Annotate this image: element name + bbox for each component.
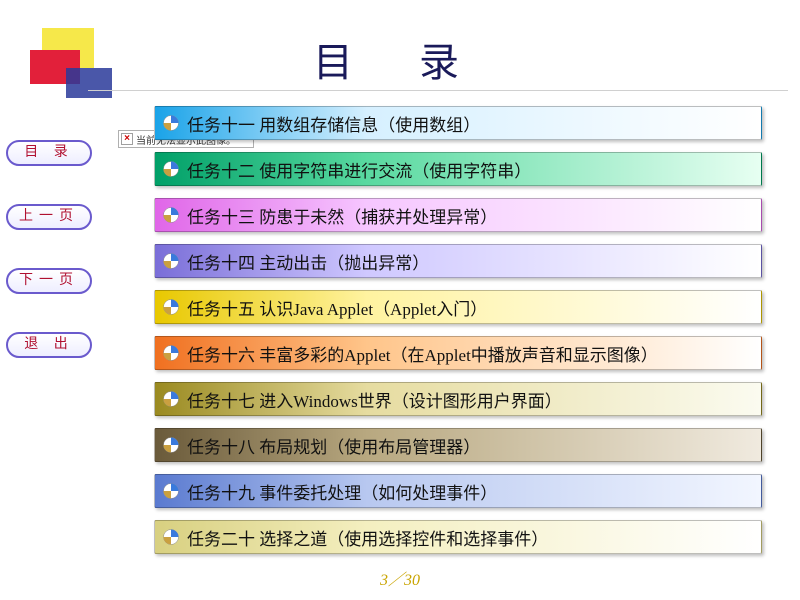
next-button[interactable]: 下一页: [6, 268, 92, 294]
page-sep: ／: [388, 572, 404, 589]
prev-button[interactable]: 上一页: [6, 204, 92, 230]
task-label: 任务十三 防患于未然（捕获并处理异常）: [187, 203, 497, 228]
bullet-icon: [163, 437, 179, 453]
task-label: 任务十一 用数组存储信息（使用数组）: [187, 111, 480, 136]
task-item-19[interactable]: 任务十九 事件委托处理（如何处理事件）: [154, 474, 762, 508]
task-item-11[interactable]: 任务十一 用数组存储信息（使用数组）: [154, 106, 762, 140]
task-item-15[interactable]: 任务十五 认识Java Applet（Applet入门）: [154, 290, 762, 324]
task-item-12[interactable]: 任务十二 使用字符串进行交流（使用字符串）: [154, 152, 762, 186]
page-total: 30: [404, 572, 420, 589]
toc-button[interactable]: 目 录: [6, 140, 92, 166]
bullet-icon: [163, 253, 179, 269]
page-title: 目 录: [0, 30, 800, 88]
bullet-icon: [163, 115, 179, 131]
page-indicator: 3／30: [0, 566, 800, 590]
task-label: 任务十六 丰富多彩的Applet（在Applet中播放声音和显示图像）: [187, 341, 658, 366]
bullet-icon: [163, 207, 179, 223]
task-label: 任务十八 布局规划（使用布局管理器）: [187, 433, 480, 458]
bullet-icon: [163, 529, 179, 545]
task-item-13[interactable]: 任务十三 防患于未然（捕获并处理异常）: [154, 198, 762, 232]
task-label: 任务十二 使用字符串进行交流（使用字符串）: [187, 157, 531, 182]
bullet-icon: [163, 483, 179, 499]
task-label: 任务十四 主动出击（抛出异常）: [187, 249, 429, 274]
exit-button[interactable]: 退 出: [6, 332, 92, 358]
task-item-20[interactable]: 任务二十 选择之道（使用选择控件和选择事件）: [154, 520, 762, 554]
task-item-16[interactable]: 任务十六 丰富多彩的Applet（在Applet中播放声音和显示图像）: [154, 336, 762, 370]
broken-image-icon: ×: [121, 133, 133, 145]
bullet-icon: [163, 161, 179, 177]
task-item-17[interactable]: 任务十七 进入Windows世界（设计图形用户界面）: [154, 382, 762, 416]
task-label: 任务十五 认识Java Applet（Applet入门）: [187, 295, 487, 320]
task-label: 任务十七 进入Windows世界（设计图形用户界面）: [187, 387, 562, 412]
bullet-icon: [163, 391, 179, 407]
bullet-icon: [163, 345, 179, 361]
page-current: 3: [380, 572, 388, 589]
task-item-18[interactable]: 任务十八 布局规划（使用布局管理器）: [154, 428, 762, 462]
task-label: 任务二十 选择之道（使用选择控件和选择事件）: [187, 525, 548, 550]
bullet-icon: [163, 299, 179, 315]
task-item-14[interactable]: 任务十四 主动出击（抛出异常）: [154, 244, 762, 278]
task-label: 任务十九 事件委托处理（如何处理事件）: [187, 479, 497, 504]
task-list: 任务十一 用数组存储信息（使用数组） 任务十二 使用字符串进行交流（使用字符串）…: [154, 106, 762, 566]
sidebar-nav: 目 录 上一页 下一页 退 出: [6, 140, 102, 396]
divider-line: [88, 90, 788, 91]
